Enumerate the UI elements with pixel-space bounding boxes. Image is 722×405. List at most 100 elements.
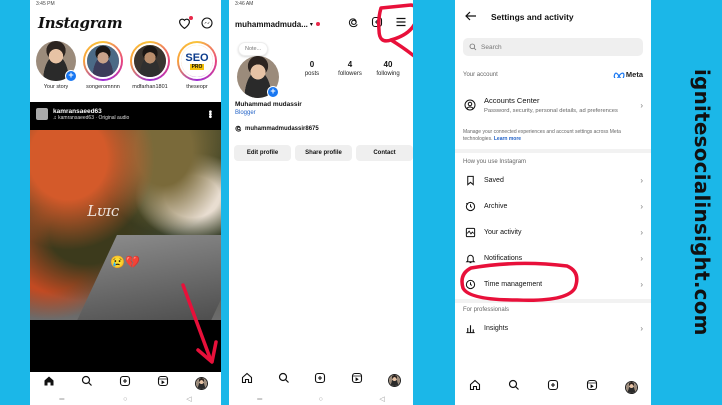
avatar[interactable]: + (36, 41, 77, 82)
status-time: 3:46 AM (235, 1, 254, 7)
meta-infinity-icon (613, 72, 625, 78)
story-item[interactable]: mdfarhan1801 (130, 41, 170, 90)
archive-icon (463, 201, 477, 212)
section-for-professionals: For professionals (463, 307, 510, 313)
home-icon[interactable] (241, 371, 253, 389)
stat-posts[interactable]: 0 posts (293, 60, 331, 77)
bell-icon (463, 253, 477, 264)
avatar[interactable]: SEO PRO (177, 41, 217, 81)
chevron-right-icon: › (640, 100, 643, 110)
home-icon[interactable] (43, 374, 55, 392)
back-arrow-icon[interactable] (465, 8, 477, 26)
search-icon (469, 43, 477, 51)
accounts-center-row[interactable]: Accounts Center Password, security, pers… (455, 85, 651, 125)
instagram-logo[interactable]: Instagram (38, 14, 123, 32)
search-icon[interactable] (278, 371, 290, 389)
profile-buttons: Edit profile Share profile Contact (234, 145, 413, 161)
settings-item-notifications[interactable]: Notifications › (455, 245, 651, 271)
settings-item-label: Your activity (484, 228, 522, 236)
edit-profile-button[interactable]: Edit profile (234, 145, 291, 161)
settings-item-saved[interactable]: Saved › (455, 167, 651, 193)
bookmark-icon (463, 175, 477, 186)
settings-item-archive[interactable]: Archive › (455, 193, 651, 219)
bottom-nav (455, 376, 651, 398)
back-icon[interactable]: ◁ (186, 395, 191, 403)
notification-dot (315, 22, 320, 26)
profile-username[interactable]: muhammadmuda... (235, 20, 308, 29)
story-item[interactable]: + Your story (36, 41, 77, 90)
profile-avatar-icon[interactable] (624, 380, 638, 394)
avatar[interactable] (83, 41, 123, 81)
create-icon[interactable] (547, 378, 559, 396)
add-story-icon[interactable]: + (65, 70, 77, 82)
stat-following[interactable]: 40 following (369, 60, 407, 77)
heart-icon[interactable] (178, 16, 193, 29)
profile-name: Muhammad mudassir (235, 101, 302, 108)
recents-icon[interactable]: ═ (59, 396, 64, 403)
chevron-down-icon[interactable]: ▾ (310, 21, 313, 28)
note-bubble[interactable]: Note... (238, 42, 269, 56)
chevron-right-icon: › (640, 175, 643, 185)
create-icon[interactable] (371, 15, 383, 33)
add-story-icon[interactable]: + (267, 86, 279, 98)
story-item[interactable]: SEO PRO theseopr (177, 41, 217, 90)
reel-audio[interactable]: ♫ kamransaeed63 · Original audio (53, 115, 129, 121)
share-profile-button[interactable]: Share profile (295, 145, 352, 161)
chevron-right-icon: › (640, 253, 643, 263)
profile-avatar-icon[interactable] (195, 376, 208, 390)
threads-link[interactable]: muhammadmudassir8675 (235, 125, 319, 132)
meta-logo: Meta (613, 70, 643, 79)
settings-item-time-management[interactable]: Time management › (455, 271, 651, 297)
reels-icon[interactable] (157, 374, 169, 392)
stat-label: following (376, 71, 400, 77)
settings-list: Saved › Archive › Your activity › Notification… (455, 167, 651, 297)
avatar[interactable] (36, 108, 48, 120)
clock-icon (463, 279, 477, 290)
recents-icon[interactable]: ═ (257, 396, 262, 403)
contact-button[interactable]: Contact (356, 145, 413, 161)
menu-icon[interactable] (395, 15, 407, 33)
settings-item-insights[interactable]: Insights › (455, 317, 651, 339)
stat-number: 40 (383, 60, 393, 69)
stat-label: posts (304, 71, 320, 77)
settings-item-your-activity[interactable]: Your activity › (455, 219, 651, 245)
back-icon[interactable]: ◁ (379, 395, 384, 403)
profile-stats: 0 posts 4 followers 40 following (293, 60, 407, 77)
story-item[interactable]: songeromnnn (83, 41, 123, 90)
reels-icon[interactable] (586, 378, 598, 396)
more-options-icon[interactable]: ••• (204, 110, 215, 118)
reel-post[interactable]: kamransaeed63 ♫ kamransaeed63 · Original… (30, 102, 221, 372)
section-how-you-use: How you use Instagram (463, 159, 527, 165)
reel-overlay-text: Lᴜɪᴄ (87, 202, 120, 221)
stat-followers[interactable]: 4 followers (331, 60, 369, 77)
threads-icon (235, 125, 242, 132)
reel-media[interactable]: Lᴜɪᴄ 😢💔 (30, 130, 221, 320)
status-bar: 3:46 AM (229, 0, 413, 9)
profile-avatar-icon[interactable] (387, 373, 401, 387)
reel-username[interactable]: kamransaeed63 (53, 108, 129, 115)
profile-header: muhammadmuda... ▾ (229, 9, 413, 33)
settings-item-label: Time management (484, 280, 543, 288)
settings-item-label: Insights (484, 324, 509, 332)
messenger-icon[interactable] (201, 17, 213, 29)
create-icon[interactable] (119, 374, 131, 392)
search-icon[interactable] (508, 378, 520, 396)
stat-label: followers (338, 71, 362, 77)
phone-home-feed: 3:45 PM Instagram + Your story songeromnnn… (30, 0, 221, 405)
meta-manage-note: Manage your connected experiences and ac… (463, 129, 621, 142)
home-system-icon[interactable]: ○ (123, 396, 127, 403)
status-bar: 3:45 PM (30, 0, 221, 9)
create-icon[interactable] (314, 371, 326, 389)
search-input[interactable]: Search (463, 38, 643, 56)
system-nav: ═ ○ ◁ (30, 393, 221, 405)
home-icon[interactable] (469, 378, 481, 396)
search-icon[interactable] (81, 374, 93, 392)
avatar[interactable] (130, 41, 170, 81)
threads-icon[interactable] (348, 15, 359, 33)
learn-more-link[interactable]: Learn more (494, 136, 521, 142)
reels-icon[interactable] (351, 371, 363, 389)
stories-tray: + Your story songeromnnn mdfarhan1801 SEO PRO… (30, 33, 221, 90)
home-system-icon[interactable]: ○ (319, 396, 323, 403)
story-name: mdfarhan1801 (132, 84, 168, 90)
watermark: ignitesocialinsight.com (690, 69, 714, 336)
